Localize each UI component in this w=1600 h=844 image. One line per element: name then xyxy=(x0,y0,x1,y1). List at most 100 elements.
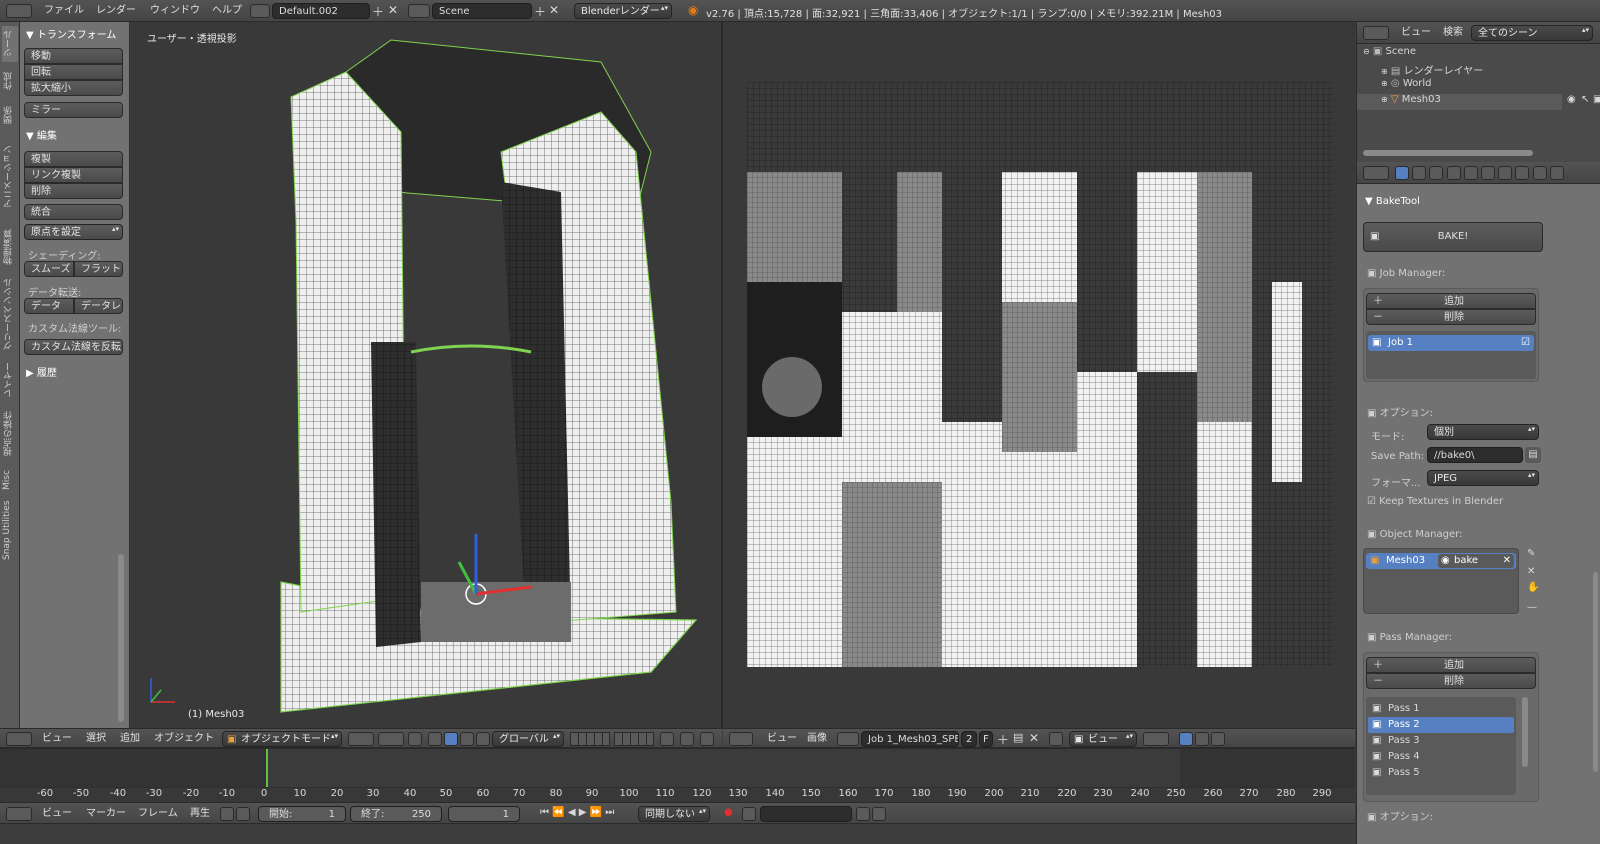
next-keyframe-icon[interactable]: ⏩ xyxy=(590,807,602,818)
rotate-button[interactable]: 回転 xyxy=(24,64,123,80)
menu-window[interactable]: ウィンドウ xyxy=(150,0,200,22)
hand-icon[interactable]: ✋ xyxy=(1527,582,1539,593)
outliner-item-mesh03[interactable]: ⊕ ▽ Mesh03 xyxy=(1357,94,1562,110)
start-frame-field[interactable]: 開始: 1 xyxy=(258,806,346,822)
lock-layers-icon[interactable] xyxy=(660,732,674,746)
visibility-eye-icon[interactable]: ◉ xyxy=(1567,94,1576,105)
viewport-shading-icon[interactable] xyxy=(348,732,374,746)
tab-misc[interactable]: Misc xyxy=(2,466,18,494)
eyedropper-icon[interactable]: ✎ xyxy=(1527,548,1535,559)
paint-brush-icon[interactable] xyxy=(1211,732,1225,746)
menu-render[interactable]: レンダー xyxy=(96,0,136,22)
selectable-cursor-icon[interactable]: ↖ xyxy=(1581,94,1589,105)
properties-editor-type-icon[interactable] xyxy=(1363,166,1389,180)
data-transfer-button[interactable]: データ xyxy=(24,298,74,314)
pass-list-item[interactable]: ▣ Pass 5 xyxy=(1368,765,1514,781)
alpha-channel-icon[interactable] xyxy=(1195,732,1209,746)
data-layout-button[interactable]: データレ xyxy=(74,298,123,314)
keep-textures-option[interactable]: ☑ Keep Textures in Blender xyxy=(1367,496,1503,507)
timeline-menu-playback[interactable]: 再生 xyxy=(190,803,210,825)
play-reverse-icon[interactable]: ◀ xyxy=(568,807,576,818)
remove-job-button[interactable]: － 削除 xyxy=(1366,309,1536,325)
add-job-button[interactable]: ＋ 追加 xyxy=(1366,293,1536,309)
format-dropdown[interactable]: JPEG xyxy=(1427,470,1539,486)
job-list-item[interactable]: ▣ Job 1 ☑ xyxy=(1368,335,1534,351)
jump-end-icon[interactable]: ⏭ xyxy=(605,807,614,818)
image-editor-type-icon[interactable] xyxy=(729,732,753,746)
set-origin-dropdown[interactable]: 原点を設定 xyxy=(24,224,123,240)
baketool-panel-header[interactable]: ▼ BakeTool xyxy=(1365,196,1420,207)
remove-scene-icon[interactable]: ✕ xyxy=(549,3,559,17)
tab-animation[interactable]: アニメーション xyxy=(2,134,18,220)
outliner-item-scene[interactable]: ⊖ ▣ Scene xyxy=(1363,46,1416,62)
pass-list-item[interactable]: ▣ Pass 1 xyxy=(1368,701,1514,717)
render-preview-icon[interactable] xyxy=(680,732,694,746)
keying-set-icon[interactable] xyxy=(742,807,756,821)
save-path-field[interactable]: //bake0\ xyxy=(1427,447,1523,463)
timeline-menu-marker[interactable]: マーカー xyxy=(86,803,126,825)
object-material-field[interactable]: ◉ bake ✕ xyxy=(1438,554,1514,568)
data-context-icon[interactable] xyxy=(1515,166,1530,180)
timeline-menu-frame[interactable]: フレーム xyxy=(138,803,178,825)
pivot-point-icon[interactable] xyxy=(378,732,404,746)
bake-button[interactable]: ▣ BAKE! xyxy=(1363,222,1543,252)
mode-dropdown[interactable]: 個別 xyxy=(1427,424,1539,440)
keying-set-field[interactable] xyxy=(760,806,852,822)
3d-menu-object[interactable]: オブジェクト xyxy=(154,729,214,749)
duplicate-linked-button[interactable]: リンク複製 xyxy=(24,167,123,183)
clear-material-icon[interactable]: ✕ xyxy=(1503,554,1511,568)
scale-button[interactable]: 拡大縮小 xyxy=(24,80,123,96)
layers-grid-2[interactable] xyxy=(614,732,654,746)
expand-icon[interactable]: ⊕ xyxy=(1381,95,1388,104)
material-context-icon[interactable] xyxy=(1532,166,1547,180)
render-engine-dropdown[interactable]: Blenderレンダー xyxy=(574,3,672,19)
tab-physics[interactable]: 物理演算 xyxy=(2,224,18,270)
pass-list-item[interactable]: ▣ Pass 3 xyxy=(1368,733,1514,749)
screen-layout-field[interactable]: Default.002 xyxy=(272,3,370,19)
expand-icon[interactable]: ⊕ xyxy=(1381,67,1388,76)
world-context-icon[interactable] xyxy=(1446,166,1461,180)
new-image-icon[interactable]: ＋ xyxy=(997,731,1009,748)
sync-mode-dropdown[interactable]: 同期しない xyxy=(638,806,710,822)
texture-context-icon[interactable] xyxy=(1549,166,1564,180)
jump-start-icon[interactable]: ⏮ xyxy=(540,807,549,818)
expand-icon[interactable]: ⊕ xyxy=(1381,79,1388,88)
3d-menu-select[interactable]: 選択 xyxy=(86,729,106,749)
outliner-item-world[interactable]: ⊕ ◎ World xyxy=(1381,78,1431,94)
pass-list-scrollbar[interactable] xyxy=(1522,697,1528,767)
current-frame-line[interactable] xyxy=(266,749,268,789)
browse-image-icon[interactable] xyxy=(837,732,859,746)
preview-range-icon[interactable] xyxy=(220,807,234,821)
tab-view-ops[interactable]: 視点の操作 xyxy=(2,406,18,462)
screen-layout-icon[interactable] xyxy=(250,4,270,18)
add-pass-button[interactable]: ＋ 追加 xyxy=(1366,657,1536,673)
remove-screen-icon[interactable]: ✕ xyxy=(388,3,398,17)
lock-range-icon[interactable] xyxy=(236,807,250,821)
object-list-item[interactable]: ▣ Mesh03 ◉ bake ✕ xyxy=(1366,553,1516,569)
scene-field[interactable]: Scene xyxy=(432,3,532,19)
remove-pass-button[interactable]: － 削除 xyxy=(1366,673,1536,689)
timeline-menu-view[interactable]: ビュー xyxy=(42,803,72,825)
pivot-icon[interactable] xyxy=(1143,732,1169,746)
transform-orientation-dropdown[interactable]: グローバル xyxy=(492,731,564,747)
tab-grease-pencil[interactable]: グリースペンシル xyxy=(2,274,18,354)
tab-relations[interactable]: 関係 xyxy=(2,100,18,130)
fake-user-toggle[interactable]: F xyxy=(979,731,993,747)
outliner-item-render-layer[interactable]: ⊕ ▤ レンダーレイヤー xyxy=(1381,62,1483,78)
insert-keyframe-icon[interactable] xyxy=(856,807,870,821)
3d-editor-type-icon[interactable] xyxy=(6,732,32,746)
add-screen-icon[interactable]: ＋ xyxy=(372,3,384,20)
current-frame-field[interactable]: 1 xyxy=(448,806,520,822)
info-editor-type-icon[interactable] xyxy=(6,4,32,18)
job-enabled-checkbox[interactable]: ☑ xyxy=(1521,335,1530,351)
remove-object-icon[interactable]: ✕ xyxy=(1527,566,1535,577)
image-menu-image[interactable]: 画像 xyxy=(807,729,827,749)
image-view-mode-dropdown[interactable]: ▣ ビュー xyxy=(1069,731,1137,747)
render-layers-context-icon[interactable] xyxy=(1412,166,1427,180)
edit-panel-header[interactable]: ▼ 編集 xyxy=(26,127,57,142)
3d-menu-view[interactable]: ビュー xyxy=(42,729,72,749)
transform-panel-header[interactable]: ▼ トランスフォーム xyxy=(26,26,116,41)
outliner-display-mode[interactable]: 全てのシーン xyxy=(1471,25,1593,41)
shade-flat-button[interactable]: フラット xyxy=(74,261,123,277)
menu-help[interactable]: ヘルプ xyxy=(212,0,242,22)
